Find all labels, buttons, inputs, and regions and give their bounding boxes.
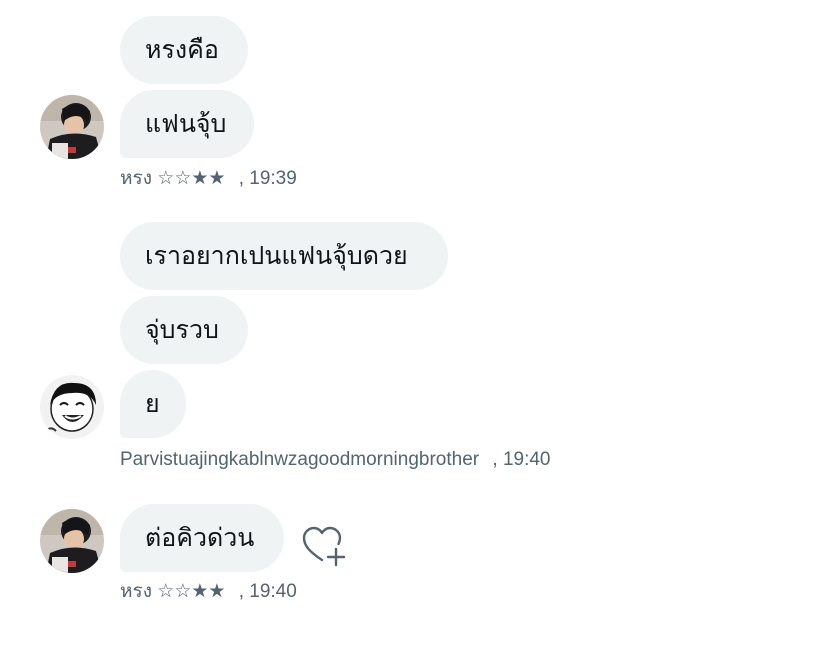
message-bubble[interactable]: จุ่บรวบ: [120, 296, 248, 364]
avatar[interactable]: [40, 95, 104, 159]
add-reaction-button[interactable]: [300, 524, 350, 574]
timestamp: 19:40: [502, 449, 551, 470]
user-photo-icon: [40, 509, 104, 573]
message-meta: หรง ☆☆★★ , 19:40: [120, 581, 297, 603]
message-bubble[interactable]: เราอยากเปนแฟนจุ้บดวย: [120, 222, 448, 290]
message-bubble[interactable]: แฟนจุ้บ: [120, 90, 254, 158]
avatar[interactable]: [40, 375, 104, 439]
heart-plus-icon: [302, 526, 346, 567]
time-separator: ,: [238, 168, 244, 189]
timestamp: 19:40: [249, 581, 297, 602]
message-meta: หรง ☆☆★★ , 19:39: [120, 168, 297, 190]
sender-name: หรง ☆☆★★: [120, 168, 226, 189]
user-photo-icon: [40, 95, 104, 159]
avatar[interactable]: [40, 509, 104, 573]
sender-name: หรง ☆☆★★: [120, 581, 226, 602]
message-bubble[interactable]: ต่อคิวด่วน: [120, 504, 284, 572]
user-photo-icon: [40, 375, 104, 439]
timestamp: 19:39: [249, 168, 297, 189]
message-meta: Parvistuajingkablnwzagoodmorningbrother …: [120, 449, 551, 471]
message-bubble[interactable]: ย: [120, 370, 186, 438]
time-separator: ,: [492, 449, 498, 470]
sender-name: Parvistuajingkablnwzagoodmorningbrother: [120, 449, 480, 470]
message-bubble[interactable]: หรงคือ: [120, 16, 248, 84]
time-separator: ,: [238, 581, 244, 602]
